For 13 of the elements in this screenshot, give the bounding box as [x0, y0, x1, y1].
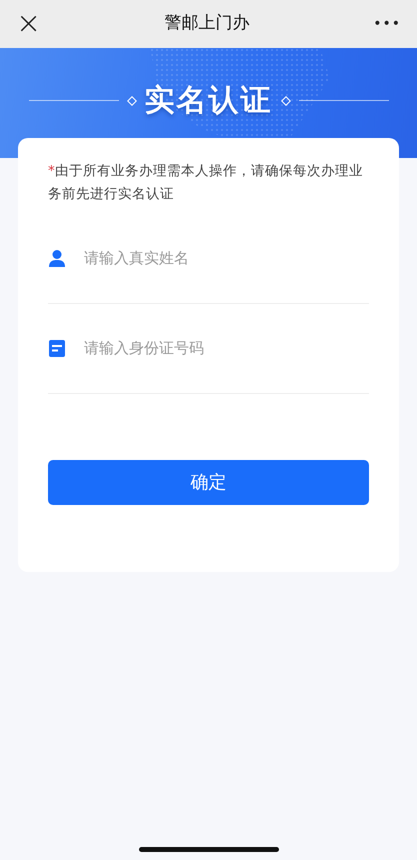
diamond-icon: [280, 96, 290, 106]
page-title: 警邮上门办: [164, 12, 250, 36]
diamond-icon: [126, 96, 136, 106]
document-icon: [48, 339, 66, 358]
input-field[interactable]: 请输入真实姓名: [82, 246, 369, 271]
person-icon: [48, 249, 66, 268]
banner-title: 实名认证: [144, 82, 272, 120]
home-indicator[interactable]: [138, 847, 278, 852]
notice-text: *由于所有业务办理需本人操作，请确保每次办理业务前先进行实名认证: [48, 162, 364, 204]
input-field[interactable]: 请输入身份证号码: [82, 336, 369, 361]
confirm-button[interactable]: 确定: [48, 460, 369, 505]
close-button[interactable]: ×: [16, 9, 42, 39]
more-button[interactable]: •••: [373, 14, 401, 34]
